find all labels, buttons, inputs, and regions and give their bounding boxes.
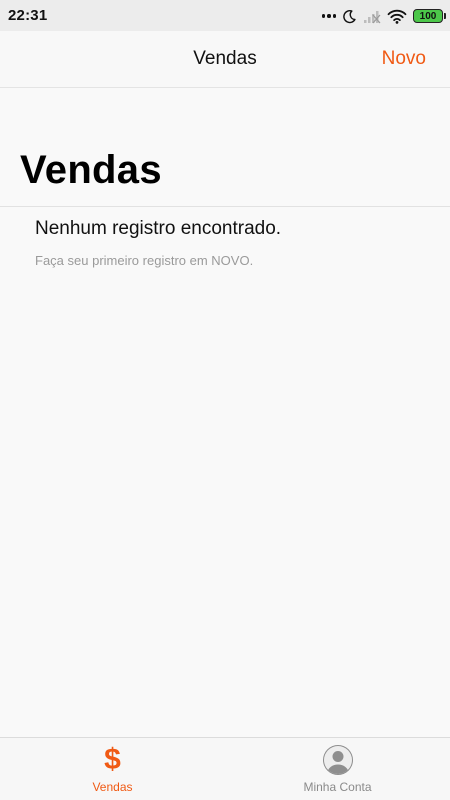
signal-icon <box>363 9 381 24</box>
empty-state-title: Nenhum registro encontrado. <box>35 218 282 239</box>
status-bar: 22:31 100 <box>0 0 450 31</box>
page-title: Vendas <box>20 148 162 192</box>
battery-icon: 100 <box>413 9 446 23</box>
moon-icon <box>342 9 357 24</box>
tab-bar: $ Vendas Minha Conta <box>0 737 450 800</box>
tab-label-vendas: Vendas <box>92 780 133 794</box>
tab-minha-conta[interactable]: Minha Conta <box>225 738 450 800</box>
user-avatar-icon <box>322 744 354 776</box>
tab-label-minha-conta: Minha Conta <box>303 780 372 794</box>
empty-state-subtitle: Faça seu primeiro registro em NOVO. <box>35 253 254 268</box>
divider <box>0 206 450 207</box>
status-time: 22:31 <box>8 7 48 24</box>
tab-vendas[interactable]: $ Vendas <box>0 738 225 800</box>
wifi-icon <box>387 9 407 24</box>
dollar-icon: $ <box>104 743 121 776</box>
more-dots-icon <box>321 14 336 18</box>
navigation-bar: Vendas Novo <box>0 31 450 88</box>
new-button[interactable]: Novo <box>382 48 426 70</box>
battery-level: 100 <box>413 9 446 23</box>
status-icons: 100 <box>316 6 446 26</box>
